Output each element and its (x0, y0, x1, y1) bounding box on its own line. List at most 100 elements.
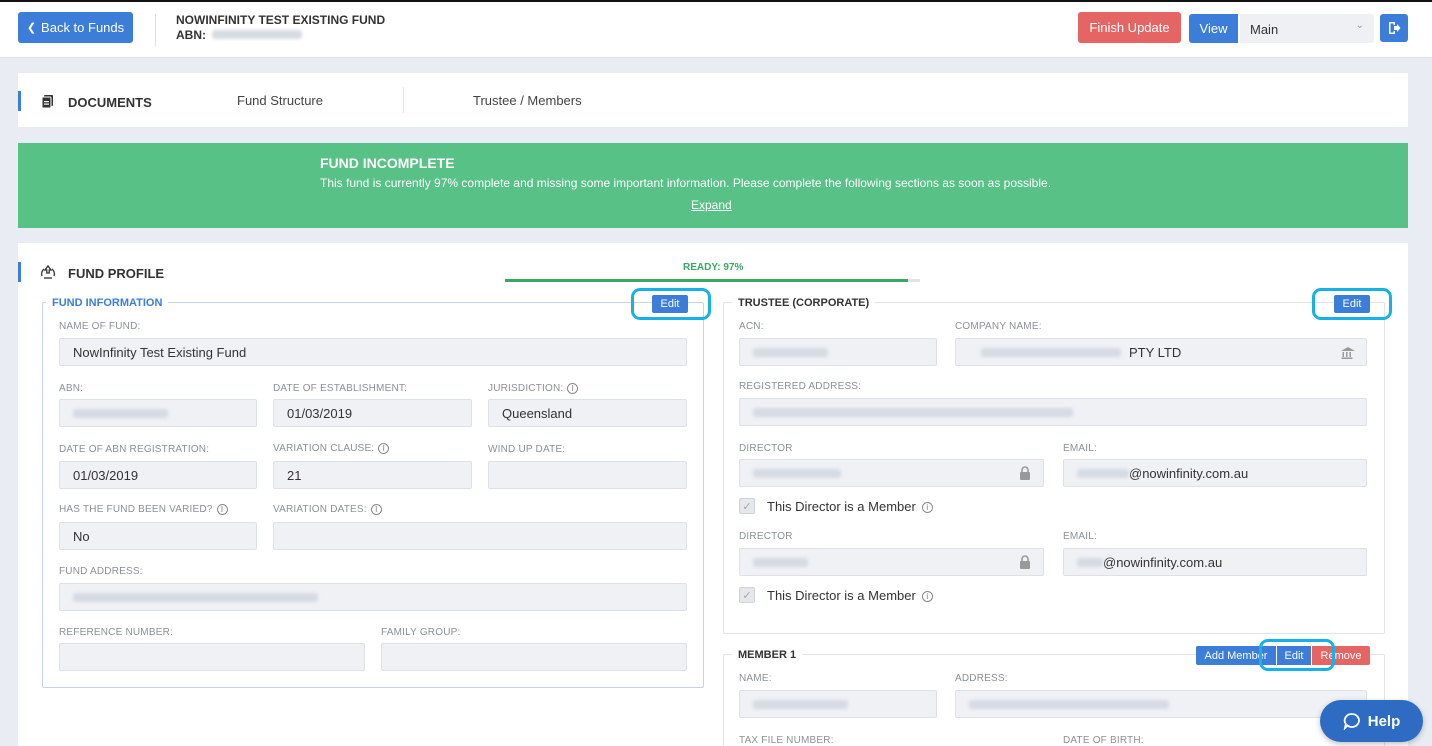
info-icon[interactable]: i (216, 504, 228, 515)
redacted-member-address (969, 699, 1169, 709)
tax-file-number-label: TAX FILE NUMBER: (739, 735, 834, 746)
banner-message: This fund is currently 97% complete and … (320, 176, 1052, 190)
wind-up-date-label: WIND UP DATE: (488, 444, 566, 455)
member-name-label: NAME: (739, 673, 772, 684)
help-button[interactable]: Help (1320, 700, 1423, 742)
date-of-birth-label: DATE OF BIRTH: (1063, 735, 1144, 746)
reference-number-label: REFERENCE NUMBER: (59, 627, 173, 638)
company-name-field[interactable]: PTY LTD (955, 338, 1367, 366)
member-address-field[interactable] (955, 690, 1367, 718)
ready-label: READY: 97% (683, 262, 744, 273)
fund-abn: ABN: (176, 28, 303, 42)
info-icon[interactable]: i (921, 591, 933, 603)
redacted-address (73, 592, 318, 602)
family-group-field[interactable] (381, 643, 687, 671)
info-icon[interactable]: i (921, 502, 933, 514)
documents-nav: DOCUMENTS Fund Structure Trustee / Membe… (18, 73, 1408, 127)
chat-bubble-icon (1343, 713, 1360, 730)
fund-varied-label: HAS THE FUND BEEN VARIED? i (59, 504, 228, 515)
redacted-director-name (753, 468, 841, 478)
recycle-icon (40, 264, 56, 279)
chevron-left-icon: ❮ (26, 22, 37, 34)
member-name-field[interactable] (739, 690, 937, 718)
bank-icon (1341, 347, 1355, 359)
fund-profile-title: FUND PROFILE (68, 266, 165, 281)
director-2-field[interactable] (739, 548, 1044, 576)
check-icon: ✓ (742, 500, 752, 513)
lock-icon (1020, 466, 1030, 480)
fund-varied-field[interactable]: No (59, 522, 257, 550)
tab-trustee-members[interactable]: Trustee / Members (473, 93, 582, 108)
tab-divider (403, 87, 404, 113)
abn-field[interactable] (59, 399, 257, 427)
company-name-label: COMPANY NAME: (955, 321, 1042, 332)
redacted-member-name (753, 699, 848, 709)
director-1-member-label: This Director is a Member i (767, 499, 933, 514)
lock-icon (1020, 555, 1030, 569)
tab-fund-structure[interactable]: Fund Structure (237, 93, 323, 108)
redacted-registered-address (753, 407, 1073, 417)
fund-profile-panel: FUND PROFILE READY: 97% FUND INFORMATION… (18, 243, 1408, 746)
director-1-field[interactable] (739, 459, 1044, 487)
ready-progress-track (505, 279, 920, 282)
fund-information-title: FUND INFORMATION (46, 297, 169, 309)
date-of-abn-registration-field[interactable]: 01/03/2019 (59, 461, 257, 489)
trustee-edit-button[interactable]: Edit (1334, 295, 1370, 313)
family-group-label: FAMILY GROUP: (381, 627, 461, 638)
info-icon[interactable]: i (378, 443, 390, 454)
director-2-member-checkbox[interactable]: ✓ (739, 587, 755, 603)
acn-field[interactable] (739, 338, 937, 366)
acn-label: ACN: (739, 321, 764, 332)
finish-update-button[interactable]: Finish Update (1078, 12, 1181, 43)
director-1-email-field[interactable]: @nowinfinity.com.au (1063, 459, 1367, 487)
chevron-down-icon: ⌄ (1355, 20, 1364, 31)
trustee-title: TRUSTEE (CORPORATE) (732, 297, 876, 309)
director-2-email-field[interactable]: @nowinfinity.com.au (1063, 548, 1367, 576)
redacted-email-user (1077, 557, 1103, 567)
director-2-email-label: EMAIL: (1063, 531, 1097, 542)
logout-icon (1389, 22, 1401, 34)
member-address-label: ADDRESS: (955, 673, 1008, 684)
director-2-label: DIRECTOR (739, 531, 793, 542)
abn-label: ABN: (59, 383, 84, 394)
expand-link[interactable]: Expand (691, 198, 732, 212)
banner-title: FUND INCOMPLETE (320, 155, 455, 171)
redacted-acn (753, 347, 828, 357)
redacted-abn-value (73, 408, 168, 418)
fund-address-label: FUND ADDRESS: (59, 566, 143, 577)
name-of-fund-field[interactable]: NowInfinity Test Existing Fund (59, 338, 687, 366)
redacted-company (981, 347, 1121, 357)
director-1-member-checkbox[interactable]: ✓ (739, 498, 755, 514)
section-accent (18, 91, 21, 111)
registered-address-label: REGISTERED ADDRESS: (739, 381, 862, 392)
view-select[interactable]: Main ⌄ (1240, 14, 1374, 43)
logout-button[interactable] (1380, 14, 1408, 42)
fund-address-field[interactable] (59, 583, 687, 611)
jurisdiction-field[interactable]: Queensland (488, 399, 687, 427)
wind-up-date-field[interactable] (488, 461, 687, 489)
info-icon[interactable]: i (567, 383, 579, 394)
variation-dates-field[interactable] (273, 522, 687, 550)
director-1-label: DIRECTOR (739, 443, 793, 454)
jurisdiction-label: JURISDICTION: i (488, 383, 579, 394)
director-2-member-label: This Director is a Member i (767, 588, 933, 603)
view-button[interactable]: View (1189, 14, 1238, 43)
registered-address-field[interactable] (739, 398, 1367, 426)
ready-progress-fill (505, 279, 908, 282)
back-to-funds-button[interactable]: ❮ Back to Funds (18, 12, 133, 43)
date-of-establishment-field[interactable]: 01/03/2019 (273, 399, 472, 427)
variation-clause-label: VARIATION CLAUSE: i (273, 443, 390, 454)
member-1-edit-button[interactable]: Edit (1276, 646, 1312, 665)
fund-incomplete-banner: FUND INCOMPLETE This fund is currently 9… (18, 143, 1408, 228)
redacted-email-user (1077, 468, 1129, 478)
redacted-director-name (753, 557, 808, 567)
check-icon: ✓ (742, 589, 752, 602)
member-1-title: MEMBER 1 (732, 649, 803, 661)
divider (155, 14, 156, 47)
info-icon[interactable]: i (370, 504, 382, 515)
date-of-abn-registration-label: DATE OF ABN REGISTRATION: (59, 444, 210, 455)
fund-title: NOWINFINITY TEST EXISTING FUND (176, 13, 386, 27)
fund-information-edit-button[interactable]: Edit (652, 295, 688, 313)
reference-number-field[interactable] (59, 643, 365, 671)
variation-clause-field[interactable]: 21 (273, 461, 472, 489)
